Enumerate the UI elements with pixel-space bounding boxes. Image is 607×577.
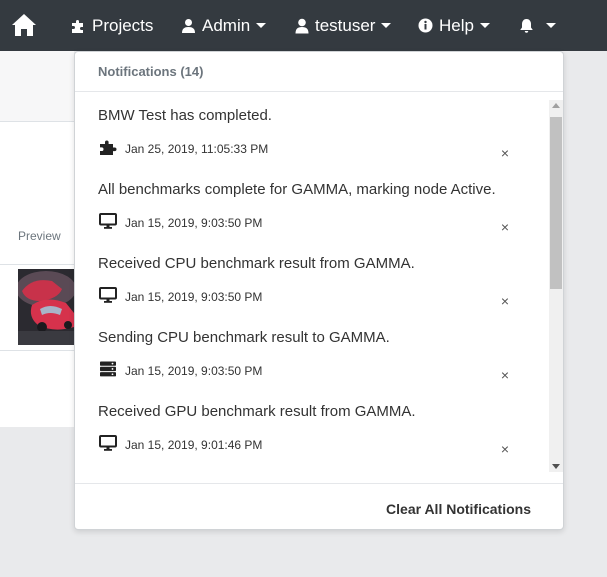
notifications-header: Notifications (14) (75, 52, 563, 92)
notification-message: Received CPU benchmark result from GAMMA… (98, 255, 415, 272)
notification-timestamp: Jan 15, 2019, 9:03:50 PM (125, 364, 263, 378)
notification-item: All benchmarks complete for GAMMA, marki… (75, 167, 547, 241)
puzzle-icon (99, 139, 117, 155)
top-navbar: Projects Admin testuser Help (0, 0, 607, 51)
notification-timestamp: Jan 15, 2019, 9:03:50 PM (125, 290, 263, 304)
dismiss-notification-button[interactable]: × (499, 146, 511, 160)
notification-item: Received GPU benchmark result from GAMMA… (75, 389, 547, 463)
nav-projects-label: Projects (92, 15, 154, 35)
chevron-down-icon (381, 23, 392, 28)
notification-timestamp: Jan 25, 2019, 11:05:33 PM (125, 142, 269, 156)
chevron-down-icon (546, 23, 556, 28)
desktop-icon (99, 435, 117, 451)
bell-icon (520, 18, 533, 33)
nav-user[interactable]: testuser (295, 0, 392, 51)
notifications-dropdown: Notifications (14) BMW Test has complete… (74, 51, 564, 530)
notifications-scrollbar[interactable] (549, 100, 563, 472)
dismiss-notification-button[interactable]: × (499, 220, 511, 234)
dismiss-notification-button[interactable]: × (499, 368, 511, 382)
dismiss-notification-button[interactable]: × (499, 294, 511, 308)
notifications-list: BMW Test has completed. Jan 25, 2019, 11… (75, 93, 547, 525)
divider (0, 121, 74, 122)
nav-notifications[interactable] (519, 0, 556, 51)
dismiss-notification-button[interactable]: × (499, 442, 511, 456)
notification-message: BMW Test has completed. (98, 107, 272, 124)
info-circle-icon (418, 18, 433, 33)
user-shield-icon (182, 18, 195, 33)
desktop-icon (99, 213, 117, 229)
notification-timestamp: Jan 15, 2019, 9:01:46 PM (125, 438, 263, 452)
clear-all-notifications-button[interactable]: Clear All Notifications (386, 501, 531, 517)
nav-help-label: Help (439, 15, 474, 35)
desktop-icon (99, 287, 117, 303)
notification-message: Received GPU benchmark result from GAMMA… (98, 403, 416, 420)
notification-timestamp: Jan 15, 2019, 9:03:50 PM (125, 216, 263, 230)
notification-message: Sending CPU benchmark result to GAMMA. (98, 329, 390, 346)
chevron-down-icon (256, 23, 267, 28)
nav-admin[interactable]: Admin (181, 0, 267, 51)
nav-projects[interactable]: Projects (70, 0, 153, 51)
nav-user-label: testuser (315, 15, 376, 35)
nav-admin-label: Admin (202, 15, 251, 35)
notification-item: Sending CPU benchmark result to GAMMA. J… (75, 315, 547, 389)
puzzle-icon (72, 19, 83, 33)
scroll-up-arrow-icon[interactable] (552, 103, 560, 108)
notification-message: All benchmarks complete for GAMMA, marki… (98, 181, 496, 198)
server-icon (99, 361, 117, 377)
notifications-footer: Clear All Notifications (75, 483, 563, 530)
background-header-band (0, 51, 74, 121)
user-icon (295, 18, 309, 33)
scroll-down-arrow-icon[interactable] (552, 464, 560, 469)
nav-help[interactable]: Help (418, 0, 490, 51)
divider (0, 264, 74, 265)
scrollbar-thumb[interactable] (550, 117, 562, 289)
notification-item: BMW Test has completed. Jan 25, 2019, 11… (75, 93, 547, 167)
notification-item: Received CPU benchmark result from GAMMA… (75, 241, 547, 315)
home-icon[interactable] (10, 11, 38, 39)
divider (0, 350, 74, 351)
chevron-down-icon (479, 23, 490, 28)
preview-column-header: Preview (18, 229, 61, 243)
preview-thumbnail[interactable] (18, 269, 74, 345)
